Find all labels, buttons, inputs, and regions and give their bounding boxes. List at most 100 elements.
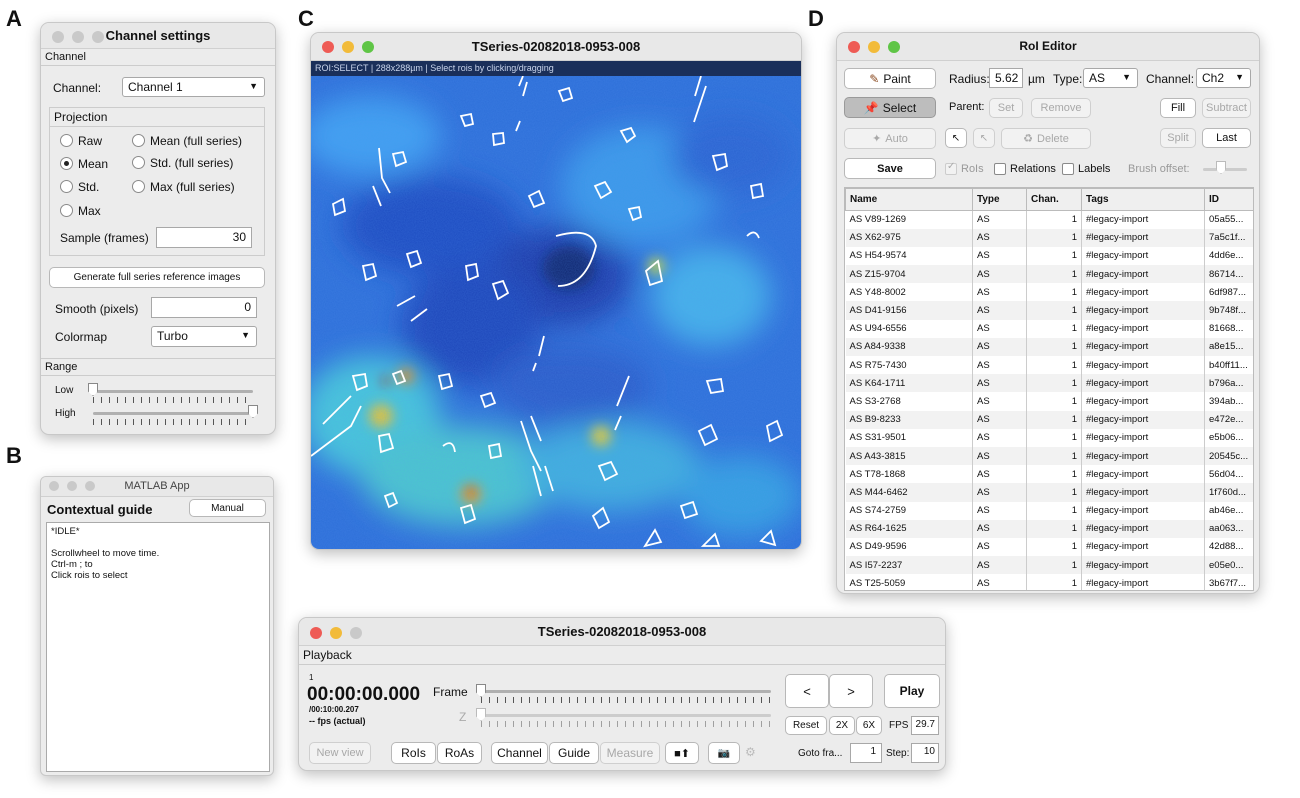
channel-dropdown[interactable]: Channel 1 ▼ bbox=[122, 77, 265, 97]
generate-reference-button[interactable]: Generate full series reference images bbox=[49, 267, 265, 288]
table-row[interactable]: AS X62-975 AS 1 #legacy-import 7a5c1f... bbox=[845, 228, 1253, 247]
z-slider-thumb[interactable] bbox=[476, 708, 486, 721]
fill-button[interactable]: Fill bbox=[1160, 98, 1196, 118]
table-row[interactable]: AS M44-6462 AS 1 #legacy-import 1f760d... bbox=[845, 483, 1253, 502]
gear-icon[interactable]: ⚙ bbox=[745, 745, 756, 759]
column-header[interactable]: Chan. bbox=[1026, 188, 1082, 211]
type-dropdown[interactable]: AS ▼ bbox=[1083, 68, 1138, 88]
high-slider-track[interactable] bbox=[93, 412, 253, 415]
guide-text-area[interactable]: *IDLE* Scrollwheel to move time. Ctrl-m … bbox=[46, 522, 270, 772]
low-slider-track[interactable] bbox=[93, 390, 253, 393]
column-header[interactable]: Name bbox=[845, 188, 973, 211]
radio-raw[interactable] bbox=[60, 134, 73, 147]
chevron-down-icon: ▼ bbox=[1235, 72, 1244, 82]
subtract-button[interactable]: Subtract bbox=[1202, 98, 1251, 118]
table-row[interactable]: AS A84-9338 AS 1 #legacy-import a8e15... bbox=[845, 337, 1253, 356]
last-button[interactable]: Last bbox=[1202, 128, 1251, 148]
channel-dropdown[interactable]: Ch2 ▼ bbox=[1196, 68, 1251, 88]
table-row[interactable]: AS A43-3815 AS 1 #legacy-import 20545c... bbox=[845, 446, 1253, 466]
table-row[interactable]: AS S3-2768 AS 1 #legacy-import 394ab... bbox=[845, 392, 1253, 411]
z-slider-track[interactable] bbox=[481, 714, 771, 717]
manual-button[interactable]: Manual bbox=[189, 499, 266, 517]
table-row[interactable]: AS H54-9574 AS 1 #legacy-import 4dd6e... bbox=[845, 246, 1253, 266]
matlab-app-window: MATLAB App Contextual guide Manual *IDLE… bbox=[40, 476, 274, 776]
sample-field[interactable]: 30 bbox=[156, 227, 252, 248]
radio-max[interactable] bbox=[60, 204, 73, 217]
radio-std[interactable] bbox=[60, 180, 73, 193]
channel-button[interactable]: Channel bbox=[491, 742, 548, 764]
delete-button[interactable]: ♻ Delete bbox=[1001, 128, 1091, 149]
table-row[interactable]: AS Y48-8002 AS 1 #legacy-import 6df987... bbox=[845, 283, 1253, 302]
remove-button[interactable]: Remove bbox=[1031, 98, 1091, 118]
colormap-dropdown[interactable]: Turbo ▼ bbox=[151, 326, 257, 347]
radio-std-full-label: Std. (full series) bbox=[150, 156, 234, 170]
new-view-button[interactable]: New view bbox=[309, 742, 371, 764]
table-row[interactable]: AS S74-2759 AS 1 #legacy-import ab46e... bbox=[845, 501, 1253, 520]
save-button[interactable]: Save bbox=[844, 158, 936, 179]
radio-max-full[interactable] bbox=[132, 180, 145, 193]
cursor-button[interactable]: ↖ bbox=[945, 128, 967, 148]
next-frame-button[interactable]: > bbox=[829, 674, 873, 708]
table-row[interactable]: AS D41-9156 AS 1 #legacy-import 9b748f... bbox=[845, 301, 1253, 320]
play-button[interactable]: Play bbox=[884, 674, 940, 708]
high-slider-ticks bbox=[93, 419, 253, 425]
select-button[interactable]: 📌 Select bbox=[844, 97, 936, 118]
table-row[interactable]: AS U94-6556 AS 1 #legacy-import 81668... bbox=[845, 319, 1253, 338]
table-cell: AS bbox=[972, 519, 1027, 538]
table-row[interactable]: AS S31-9501 AS 1 #legacy-import e5b06... bbox=[845, 428, 1253, 447]
microscopy-image[interactable] bbox=[311, 76, 802, 550]
column-header[interactable]: ID bbox=[1204, 188, 1253, 211]
table-row[interactable]: AS T78-1868 AS 1 #legacy-import 56d04... bbox=[845, 465, 1253, 484]
high-slider-thumb[interactable] bbox=[248, 405, 258, 418]
brush-offset-thumb[interactable] bbox=[1216, 161, 1226, 174]
measure-button[interactable]: Measure bbox=[600, 742, 660, 764]
smooth-field[interactable]: 0 bbox=[151, 297, 257, 318]
radio-std-full[interactable] bbox=[132, 156, 145, 169]
radio-mean-full[interactable] bbox=[132, 134, 145, 147]
table-row[interactable]: AS Z15-9704 AS 1 #legacy-import 86714... bbox=[845, 265, 1253, 284]
fps-field[interactable]: 29.7 bbox=[911, 716, 939, 735]
set-button[interactable]: Set bbox=[989, 98, 1023, 118]
guide-button[interactable]: Guide bbox=[549, 742, 599, 764]
rois-checkbox[interactable]: ✓ bbox=[945, 161, 957, 175]
table-row[interactable]: AS B9-8233 AS 1 #legacy-import e472e... bbox=[845, 410, 1253, 429]
table-row[interactable]: AS R75-7430 AS 1 #legacy-import b40ff11... bbox=[845, 356, 1253, 375]
prev-frame-button[interactable]: < bbox=[785, 674, 829, 708]
roas-button[interactable]: RoAs bbox=[437, 742, 482, 764]
frame-slider-track[interactable] bbox=[481, 690, 771, 693]
goto-frame-field[interactable]: 1 bbox=[850, 743, 882, 763]
titlebar: Channel settings bbox=[41, 23, 275, 49]
speed-6x-button[interactable]: 6X bbox=[856, 716, 882, 735]
table-row[interactable]: AS R64-1625 AS 1 #legacy-import aa063... bbox=[845, 519, 1253, 538]
table-row[interactable]: AS D49-9596 AS 1 #legacy-import 42d88... bbox=[845, 537, 1253, 557]
table-row[interactable]: AS T25-5059 AS 1 #legacy-import 3b67f7... bbox=[845, 574, 1253, 590]
table-row[interactable]: AS I57-2237 AS 1 #legacy-import e05e0... bbox=[845, 556, 1253, 575]
low-label: Low bbox=[55, 385, 74, 396]
speed-2x-button[interactable]: 2X bbox=[829, 716, 855, 735]
radius-field[interactable]: 5.62 bbox=[989, 68, 1023, 88]
radio-mean[interactable] bbox=[60, 157, 73, 170]
split-button[interactable]: Split bbox=[1160, 128, 1196, 148]
low-slider-thumb[interactable] bbox=[88, 383, 98, 396]
auto-button[interactable]: ✦ Auto bbox=[844, 128, 936, 149]
paint-button[interactable]: ✎ Paint bbox=[844, 68, 936, 89]
export-button[interactable]: ■⬆ bbox=[665, 742, 699, 764]
table-cell: 1 bbox=[1026, 446, 1082, 466]
relations-checkbox[interactable] bbox=[994, 163, 1006, 175]
table-row[interactable]: AS K64-1711 AS 1 #legacy-import b796a... bbox=[845, 374, 1253, 393]
column-header[interactable]: Tags bbox=[1081, 188, 1205, 211]
table-cell: 1 bbox=[1026, 392, 1082, 411]
reset-button[interactable]: Reset bbox=[785, 716, 827, 735]
step-field[interactable]: 10 bbox=[911, 743, 939, 763]
rois-button[interactable]: RoIs bbox=[391, 742, 436, 764]
column-header[interactable]: Type bbox=[972, 188, 1027, 211]
labels-checkbox[interactable] bbox=[1062, 163, 1074, 175]
cursor-alt-button[interactable]: ↖ bbox=[973, 128, 995, 148]
radio-mean-label: Mean bbox=[78, 157, 109, 171]
table-row[interactable]: AS V89-1269 AS 1 #legacy-import 05a55... bbox=[845, 210, 1253, 229]
table-cell: AS H54-9574 bbox=[845, 246, 973, 266]
camera-button[interactable]: 📷 bbox=[708, 742, 740, 764]
window-title: Channel settings bbox=[105, 28, 211, 43]
labels-checkbox-label: Labels bbox=[1078, 163, 1111, 175]
frame-slider-thumb[interactable] bbox=[476, 684, 486, 697]
